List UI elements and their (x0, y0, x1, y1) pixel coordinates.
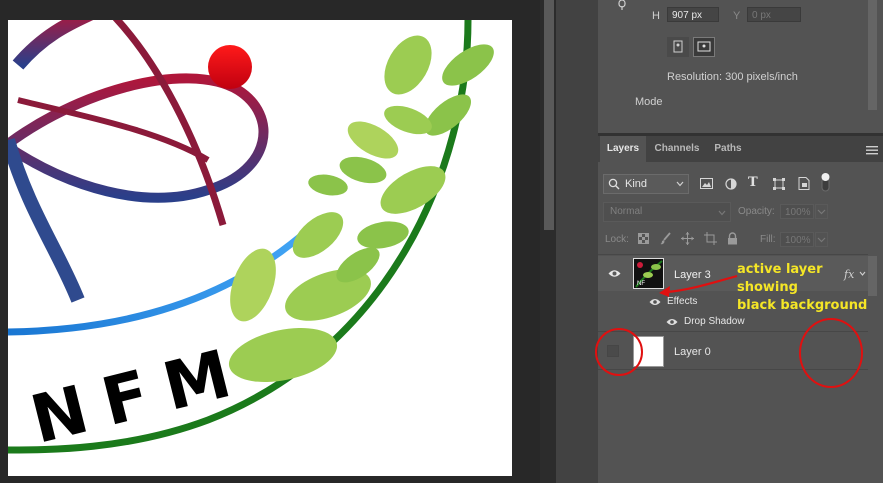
filter-toggle-switch[interactable] (821, 172, 830, 192)
visibility-eye-icon[interactable] (608, 269, 621, 281)
lock-position-move-icon[interactable] (681, 232, 694, 248)
y-label: Y (733, 10, 741, 22)
shape-filter-icon[interactable] (773, 178, 785, 193)
y-field[interactable]: 0 px (747, 7, 801, 22)
chevron-down-icon (718, 208, 726, 220)
tab-channels[interactable]: Channels (648, 136, 706, 162)
logo-artwork: NFM (8, 20, 494, 459)
opacity-label: Opacity: (738, 206, 775, 217)
resolution-text: Resolution: 300 pixels/inch (667, 71, 798, 83)
svg-text:NF: NF (637, 281, 645, 287)
properties-panel (598, 0, 883, 133)
blend-mode-label: Normal (610, 206, 643, 217)
annotation-line-1: active layer showing (737, 262, 823, 295)
panel-dock-gap (556, 0, 598, 483)
chevron-down-icon (676, 179, 684, 191)
opacity-chevron-icon[interactable] (815, 204, 828, 219)
document-canvas[interactable]: NFM (8, 20, 512, 476)
scrollbar-thumb[interactable] (544, 0, 554, 230)
tab-layers[interactable]: Layers (600, 136, 646, 162)
annotation-line-2: black background (737, 298, 868, 313)
lock-transparent-icon[interactable] (638, 233, 649, 247)
blend-mode-dropdown[interactable]: Normal (603, 202, 731, 222)
atom-nucleus (208, 45, 252, 89)
drop-shadow-label: Drop Shadow (684, 316, 745, 327)
annotation-circle-empty-area (799, 318, 863, 388)
annotation-circle-visibility (595, 328, 643, 376)
height-field[interactable]: 907 px (667, 7, 719, 22)
properties-scrollbar[interactable] (868, 0, 877, 110)
type-filter-icon[interactable]: T (748, 175, 758, 190)
opacity-field[interactable]: 100% (780, 204, 814, 219)
lock-artboard-icon[interactable] (704, 232, 717, 248)
layer-0-name: Layer 0 (674, 346, 711, 358)
tab-paths[interactable]: Paths (708, 136, 748, 162)
lock-pixels-brush-icon[interactable] (660, 232, 672, 248)
atom-orbit (8, 73, 269, 203)
atom-orbit (12, 20, 94, 70)
divider (598, 254, 868, 255)
lock-all-icon[interactable] (727, 232, 738, 248)
annotation-text: active layer showing black background (737, 261, 883, 315)
link-icon[interactable] (617, 0, 627, 10)
lock-label: Lock: (605, 234, 629, 245)
annotation-arrow-icon (659, 274, 738, 297)
panel-menu-icon[interactable] (866, 145, 878, 155)
filter-kind-label: Kind (625, 178, 648, 190)
smart-object-filter-icon[interactable] (798, 177, 810, 193)
image-filter-icon[interactable] (700, 178, 713, 192)
height-label: H (652, 10, 660, 22)
filter-kind-dropdown[interactable]: Kind (603, 174, 689, 194)
mode-label: Mode (635, 96, 663, 108)
search-icon (608, 177, 620, 194)
visibility-eye-icon[interactable] (666, 317, 678, 329)
portrait-orientation-button[interactable] (667, 37, 689, 57)
fill-label: Fill: (760, 234, 776, 245)
fill-field[interactable]: 100% (780, 232, 814, 247)
fill-chevron-icon[interactable] (815, 232, 828, 247)
landscape-orientation-button[interactable] (693, 37, 715, 57)
leaf-cluster (228, 35, 494, 382)
adjustment-filter-icon[interactable] (725, 178, 737, 193)
